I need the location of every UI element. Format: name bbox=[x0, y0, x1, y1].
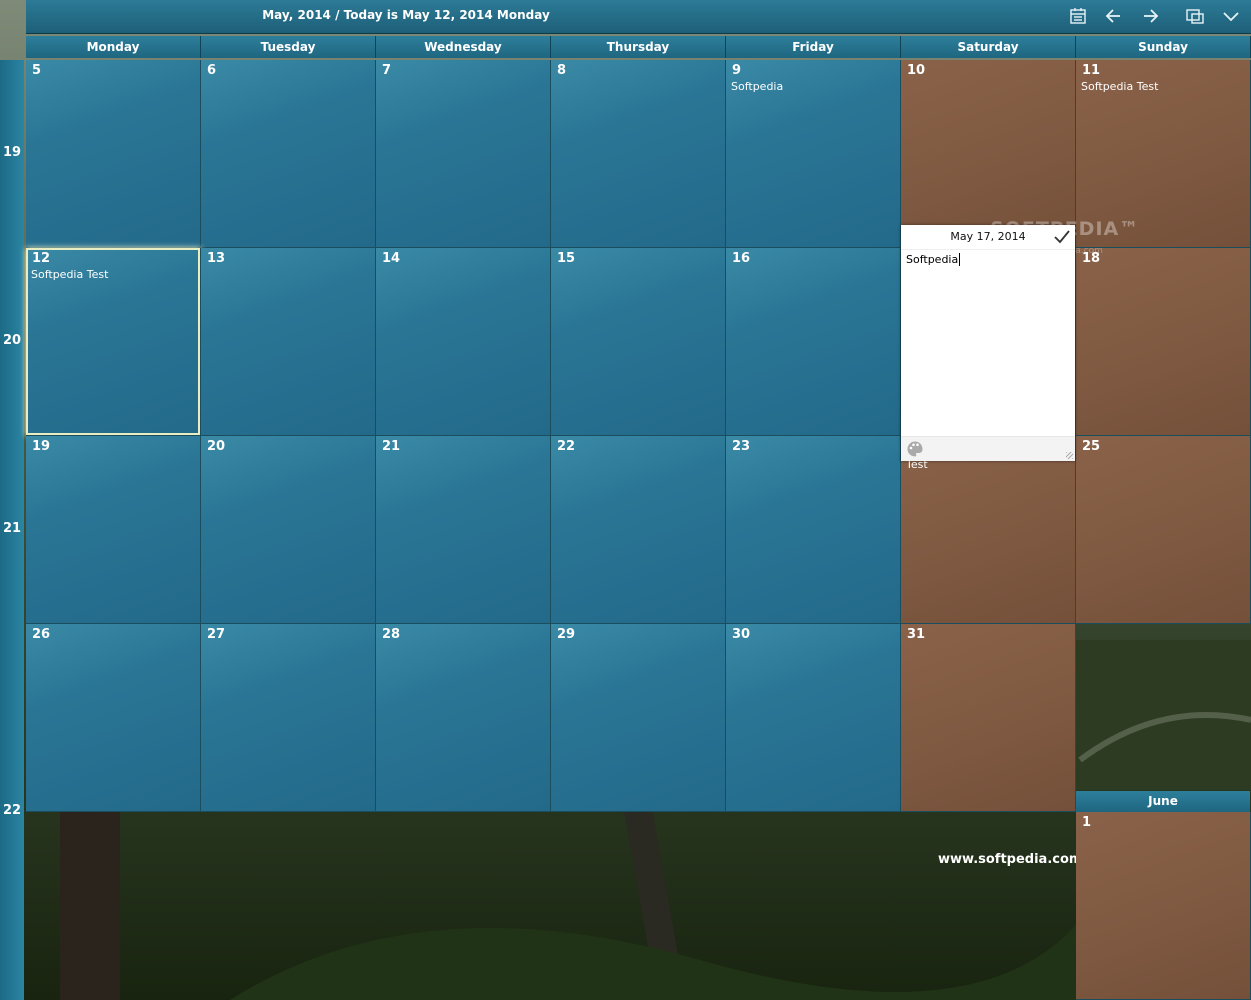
day-cell[interactable]: 26 bbox=[26, 624, 201, 812]
day-cell[interactable]: 23 bbox=[726, 436, 901, 624]
weekday-header-friday: Friday bbox=[726, 36, 901, 58]
event-editor-date: May 17, 2014 bbox=[950, 230, 1026, 243]
day-cell[interactable]: 22 bbox=[551, 436, 726, 624]
day-cell[interactable]: 29 bbox=[551, 624, 726, 812]
day-cell[interactable]: 7 bbox=[376, 60, 551, 248]
event-text: Softpedia Test bbox=[1081, 80, 1159, 93]
event-editor-popup: May 17, 2014 Softpedia bbox=[901, 225, 1075, 461]
background-url-text: www.softpedia.com bbox=[938, 852, 1083, 867]
day-number: 26 bbox=[32, 627, 51, 642]
day-number: 6 bbox=[207, 63, 217, 78]
day-number: 15 bbox=[557, 251, 576, 266]
day-cell[interactable]: 8 bbox=[551, 60, 726, 248]
day-number: 12 bbox=[32, 251, 51, 266]
day-number: 9 bbox=[732, 63, 742, 78]
weekday-header-tuesday: Tuesday bbox=[201, 36, 376, 58]
week-number: 20 bbox=[2, 333, 22, 348]
check-icon[interactable] bbox=[1053, 228, 1071, 246]
arrow-left-icon[interactable] bbox=[1103, 5, 1125, 27]
day-number: 13 bbox=[207, 251, 226, 266]
day-number: 5 bbox=[32, 63, 42, 78]
arrow-right-icon[interactable] bbox=[1139, 5, 1161, 27]
weekday-header-thursday: Thursday bbox=[551, 36, 726, 58]
event-text-value: Softpedia bbox=[906, 253, 959, 266]
day-number: 10 bbox=[907, 63, 926, 78]
day-cell[interactable]: 21 bbox=[376, 436, 551, 624]
day-cell[interactable]: 28 bbox=[376, 624, 551, 812]
page-title: May, 2014 / Today is May 12, 2014 Monday bbox=[262, 8, 550, 22]
day-number: 21 bbox=[382, 439, 401, 454]
day-number: 16 bbox=[732, 251, 751, 266]
window-restore-icon[interactable] bbox=[1184, 5, 1206, 27]
day-number: 20 bbox=[207, 439, 226, 454]
day-cell[interactable]: 27 bbox=[201, 624, 376, 812]
day-number: 31 bbox=[907, 627, 926, 642]
day-cell[interactable]: 6 bbox=[201, 60, 376, 248]
week-number: 21 bbox=[2, 521, 22, 536]
day-cell[interactable]: 18 bbox=[1076, 248, 1251, 436]
day-cell[interactable]: 31 bbox=[901, 624, 1076, 812]
day-cell[interactable]: 30 bbox=[726, 624, 901, 812]
day-number: 22 bbox=[557, 439, 576, 454]
weekday-header-saturday: Saturday bbox=[901, 36, 1076, 58]
resize-grip[interactable] bbox=[1066, 452, 1073, 459]
event-editor-header: May 17, 2014 bbox=[901, 225, 1075, 250]
day-number: 7 bbox=[382, 63, 392, 78]
day-number: 11 bbox=[1082, 63, 1101, 78]
day-cell[interactable]: 20 bbox=[201, 436, 376, 624]
day-cell[interactable]: 5 bbox=[26, 60, 201, 248]
event-editor-footer bbox=[901, 436, 1075, 461]
week-number: 22 bbox=[2, 803, 22, 818]
day-number: 1 bbox=[1082, 815, 1092, 830]
day-number: 25 bbox=[1082, 439, 1101, 454]
calendar-icon[interactable] bbox=[1067, 5, 1089, 27]
day-number: 23 bbox=[732, 439, 751, 454]
day-cell[interactable]: 15 bbox=[551, 248, 726, 436]
next-month-header: June bbox=[1076, 791, 1250, 812]
day-number: 28 bbox=[382, 627, 401, 642]
day-cell[interactable]: 9 Softpedia bbox=[726, 60, 901, 248]
day-number: 14 bbox=[382, 251, 401, 266]
day-cell[interactable]: 16 bbox=[726, 248, 901, 436]
chevron-down-icon[interactable] bbox=[1220, 5, 1242, 27]
weekday-header-wednesday: Wednesday bbox=[376, 36, 551, 58]
day-cell-today[interactable]: 12 Softpedia Test bbox=[26, 248, 201, 436]
next-month-day-cell[interactable]: 1 bbox=[1076, 812, 1251, 1000]
week-number: 19 bbox=[2, 145, 22, 160]
day-number: 8 bbox=[557, 63, 567, 78]
event-text: Softpedia Test bbox=[31, 268, 109, 281]
day-cell[interactable]: 25 bbox=[1076, 436, 1251, 624]
day-cell[interactable]: 14 bbox=[376, 248, 551, 436]
day-number: 30 bbox=[732, 627, 751, 642]
event-text: Softpedia bbox=[731, 80, 784, 93]
weekday-header-sunday: Sunday bbox=[1076, 36, 1251, 58]
day-number: 29 bbox=[557, 627, 576, 642]
day-cell[interactable]: 13 bbox=[201, 248, 376, 436]
title-bar: May, 2014 / Today is May 12, 2014 Monday bbox=[26, 0, 1251, 34]
day-number: 27 bbox=[207, 627, 226, 642]
weekday-header-monday: Monday bbox=[26, 36, 201, 58]
palette-icon[interactable] bbox=[906, 440, 924, 458]
event-text-input[interactable]: Softpedia bbox=[901, 250, 1075, 269]
day-cell[interactable]: 19 bbox=[26, 436, 201, 624]
day-number: 19 bbox=[32, 439, 51, 454]
